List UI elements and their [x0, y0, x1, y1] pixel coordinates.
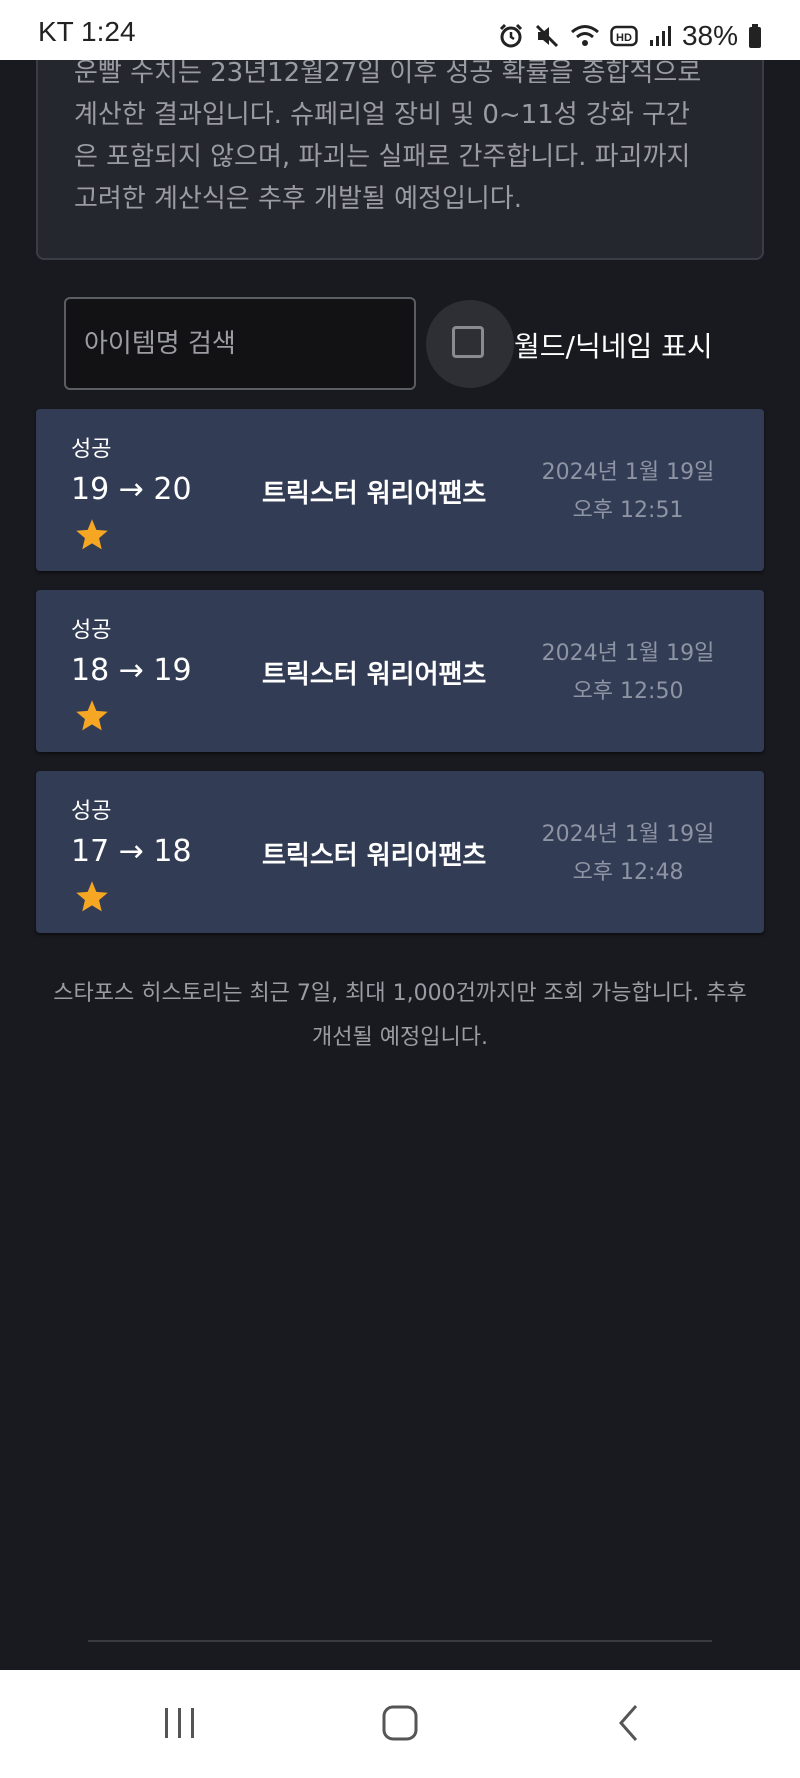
date: 2024년 1월 19일: [541, 460, 715, 485]
timestamp: 2024년 1월 19일 오후 12:51: [528, 454, 728, 530]
signal-icon: [649, 26, 671, 46]
star-level-change: 18 → 19: [71, 653, 192, 688]
world-nickname-label[interactable]: 월드/닉네임 표시: [514, 325, 713, 365]
battery-percentage: 38%: [681, 20, 738, 51]
checkbox-box[interactable]: [452, 326, 484, 358]
result-label: 성공: [71, 618, 112, 643]
back-button[interactable]: [574, 1688, 684, 1758]
status-icons: HD 38%: [498, 18, 762, 54]
back-icon: [618, 1705, 638, 1741]
alarm-icon: [499, 23, 523, 48]
item-name: 트릭스터 워리어팬츠: [262, 479, 487, 509]
result-label: 성공: [71, 799, 112, 824]
star-level-change: 19 → 20: [71, 472, 192, 507]
item-name: 트릭스터 워리어팬츠: [262, 841, 487, 871]
battery-icon: [749, 24, 761, 48]
history-limit-note: 스타포스 히스토리는 최근 7일, 최대 1,000건까지만 조회 가능합니다.…: [53, 981, 747, 1050]
timestamp: 2024년 1월 19일 오후 12:48: [528, 816, 728, 892]
divider: [88, 1640, 712, 1642]
result-label: 성공: [71, 437, 112, 462]
notice-card: 운빨 수치는 23년12월27일 이후 성공 확률을 종합적으로 계산한 결과입…: [36, 40, 764, 260]
home-button[interactable]: [345, 1688, 455, 1758]
star-icon: [76, 519, 108, 550]
world-nickname-checkbox[interactable]: [426, 300, 514, 388]
star-icon: [76, 700, 108, 731]
star-icon: [76, 881, 108, 912]
time: 오후 12:48: [572, 860, 684, 885]
status-bar: KT 1:24 HD 38%: [0, 0, 800, 60]
history-item[interactable]: 성공 17 → 18 트릭스터 워리어팬츠 2024년 1월 19일 오후 12…: [36, 771, 764, 933]
date: 2024년 1월 19일: [541, 822, 715, 847]
timestamp: 2024년 1월 19일 오후 12:50: [528, 635, 728, 711]
mute-icon: [535, 24, 559, 48]
time: 오후 12:50: [572, 679, 684, 704]
recent-apps-button[interactable]: [125, 1688, 235, 1758]
history-item[interactable]: 성공 19 → 20 트릭스터 워리어팬츠 2024년 1월 19일 오후 12…: [36, 409, 764, 571]
item-search-input[interactable]: [64, 297, 416, 390]
date: 2024년 1월 19일: [541, 641, 715, 666]
recent-apps-icon: [165, 1708, 194, 1738]
notice-text: 운빨 수치는 23년12월27일 이후 성공 확률을 종합적으로 계산한 결과입…: [74, 58, 702, 214]
time: 오후 12:51: [572, 498, 684, 523]
home-icon: [382, 1705, 418, 1741]
item-name: 트릭스터 워리어팬츠: [262, 660, 487, 690]
wifi-icon: [570, 25, 599, 46]
history-item[interactable]: 성공 18 → 19 트릭스터 워리어팬츠 2024년 1월 19일 오후 12…: [36, 590, 764, 752]
svg-text:HD: HD: [616, 32, 632, 44]
navigation-bar: [0, 1670, 800, 1778]
hd-icon: HD: [610, 25, 638, 47]
status-time: KT 1:24: [38, 16, 136, 47]
star-level-change: 17 → 18: [71, 834, 192, 869]
